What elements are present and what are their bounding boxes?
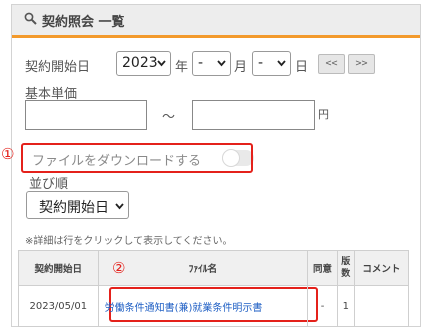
annotation-box-1 (21, 143, 253, 173)
panel-header: 契約照会 一覧 (12, 5, 420, 38)
cell-version: 1 (336, 285, 355, 327)
column-header-start-date[interactable]: 契約開始日 (18, 250, 99, 286)
column-header-comment[interactable]: コメント (353, 250, 410, 286)
chevron-down-icon (115, 203, 124, 210)
year-select[interactable]: 2023 (116, 51, 171, 76)
hint-text: ※詳細は行をクリックして表示してください。 (25, 236, 233, 247)
annotation-marker-1: ① (1, 145, 15, 163)
sort-order-label: 並び順 (29, 177, 69, 192)
table-row[interactable]: 2023/05/01 労働条件通知書(兼)就業条件明示書 - 1 (18, 285, 410, 327)
next-month-button[interactable]: >> (348, 54, 375, 74)
cell-agreement: - (307, 285, 338, 327)
chevron-down-icon (157, 60, 166, 67)
year-unit-label: 年 (175, 60, 189, 75)
start-date-label: 契約開始日 (25, 60, 91, 75)
file-download-link[interactable]: 労働条件通知書(兼)就業条件明示書 (105, 303, 263, 314)
cell-file-name: 労働条件通知書(兼)就業条件明示書 (97, 285, 309, 327)
cell-start-date: 2023/05/01 (18, 285, 99, 327)
day-select[interactable]: - (252, 51, 291, 76)
chevron-down-icon (217, 60, 226, 67)
column-header-file-name[interactable]: ﾌｧｲﾙ名 (97, 250, 309, 286)
base-price-min-input[interactable] (25, 100, 147, 130)
chevron-down-icon (277, 60, 286, 67)
range-separator: ～ (162, 110, 176, 125)
day-unit-label: 日 (295, 60, 309, 75)
month-select-value: - (198, 55, 204, 71)
column-header-agreement[interactable]: 同意 (307, 250, 338, 286)
annotation-marker-2: ② (112, 259, 126, 277)
year-select-value: 2023 (122, 55, 158, 71)
search-icon (24, 12, 37, 25)
cell-comment (353, 285, 410, 327)
day-select-value: - (258, 55, 264, 71)
month-select[interactable]: - (192, 51, 231, 76)
prev-month-button[interactable]: << (318, 54, 345, 74)
sort-order-value: 契約開始日 (39, 200, 109, 216)
column-header-version[interactable]: 版数 (336, 250, 355, 286)
table-header-row: 契約開始日 ﾌｧｲﾙ名 同意 版数 コメント (18, 250, 410, 286)
sort-order-select[interactable]: 契約開始日 (26, 191, 129, 219)
contract-table: 契約開始日 ﾌｧｲﾙ名 同意 版数 コメント 2023/05/01 労働条件通知… (18, 250, 410, 327)
base-price-max-input[interactable] (192, 100, 315, 130)
currency-unit-label: 円 (318, 108, 329, 121)
month-unit-label: 月 (234, 60, 248, 75)
page-title: 契約照会 一覧 (42, 15, 125, 30)
version-header-text: 版数 (341, 257, 351, 279)
